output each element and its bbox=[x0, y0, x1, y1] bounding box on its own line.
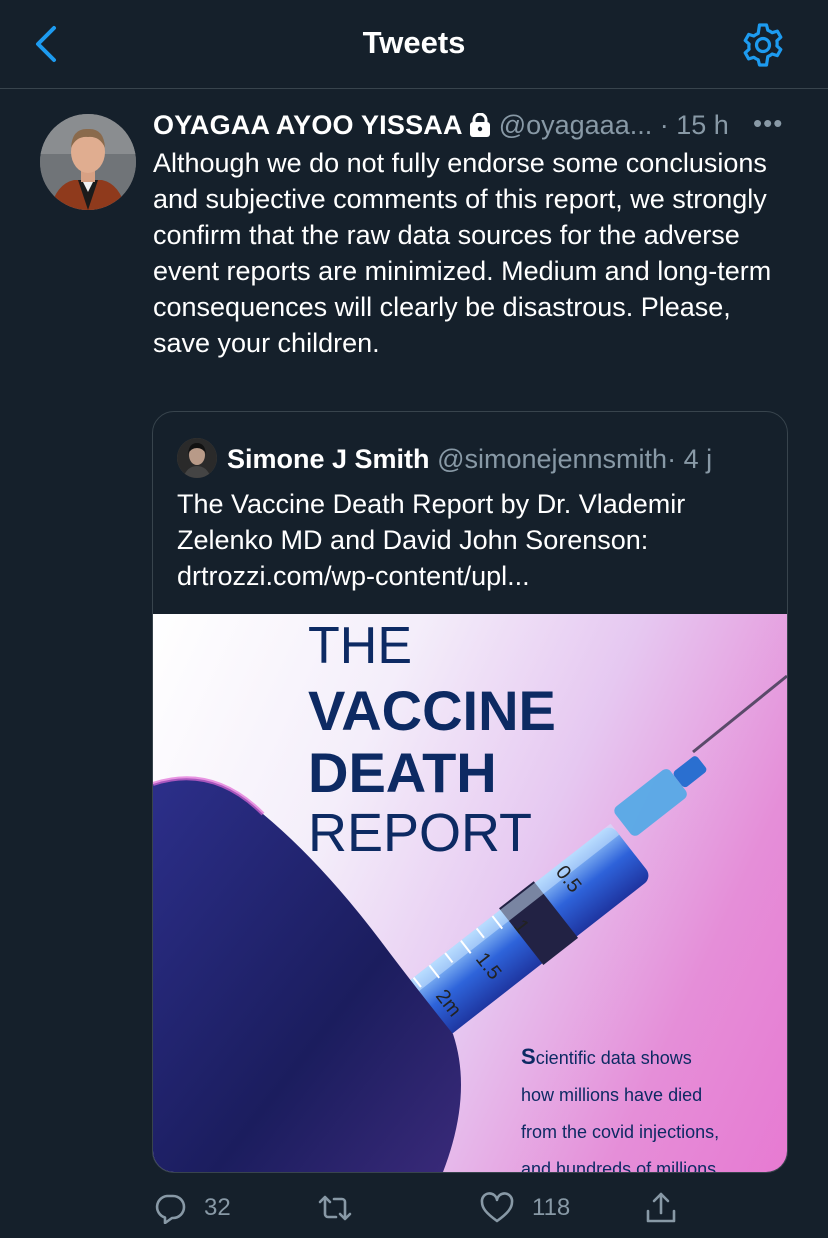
report-title-line: DEATH bbox=[308, 741, 497, 804]
top-bar: Tweets bbox=[0, 0, 828, 89]
timestamp[interactable]: 15 h bbox=[676, 110, 729, 140]
quoted-tweet-text: The Vaccine Death Report by Dr. Vlademir… bbox=[177, 489, 686, 591]
report-caption: Scientific data shows how millions have … bbox=[521, 1038, 781, 1172]
retweet-button[interactable] bbox=[316, 1188, 372, 1228]
reply-count: 32 bbox=[204, 1194, 231, 1221]
like-button[interactable]: 118 bbox=[480, 1188, 570, 1228]
quoted-tweet-header: Simone J Smith @simonejennsmith· 4 j bbox=[177, 438, 712, 478]
handle[interactable]: @oyagaaa... bbox=[499, 110, 653, 140]
share-icon bbox=[646, 1192, 676, 1223]
caption-line: how millions have died bbox=[521, 1085, 703, 1105]
quoted-display-name: Simone J Smith bbox=[227, 444, 430, 474]
syringe-mark: 1 bbox=[509, 916, 533, 938]
quoted-handle: @simonejennsmith bbox=[437, 444, 668, 474]
gear-icon[interactable] bbox=[740, 22, 786, 68]
retweet-icon bbox=[318, 1195, 352, 1221]
link-card-image[interactable]: 0.5 1 1.5 2m THE VACCINE DEATH REPORT Sc… bbox=[153, 614, 787, 1172]
report-title: THE VACCINE DEATH REPORT bbox=[153, 614, 787, 874]
lock-icon bbox=[469, 113, 490, 137]
caption-line: and hundreds of millions bbox=[521, 1159, 717, 1172]
tweet-header: OYAGAA AYOO YISSAA @oyagaaa... · 15 h bbox=[153, 110, 793, 142]
like-count: 118 bbox=[532, 1194, 571, 1221]
syringe-mark: 2m bbox=[431, 986, 465, 1021]
page-title: Tweets bbox=[362, 25, 466, 60]
caption-line: from the covid injections, bbox=[521, 1122, 720, 1142]
tweet-text: Although we do not fully endorse some co… bbox=[153, 148, 772, 358]
like-icon bbox=[480, 1192, 514, 1223]
separator-dot: · bbox=[667, 444, 677, 474]
display-name[interactable]: OYAGAA AYOO YISSAA bbox=[153, 110, 463, 140]
report-title-line: REPORT bbox=[308, 803, 533, 863]
quoted-timestamp: 4 j bbox=[683, 444, 713, 474]
caption-dropcap: S bbox=[521, 1044, 536, 1069]
reply-icon bbox=[155, 1194, 186, 1224]
separator-dot: · bbox=[659, 110, 669, 140]
tweet-actions: 32 118 bbox=[0, 1180, 828, 1236]
avatar[interactable] bbox=[40, 114, 136, 210]
report-title-line: THE bbox=[308, 617, 412, 675]
more-icon[interactable]: ••• bbox=[753, 108, 783, 139]
reply-button[interactable]: 32 bbox=[154, 1188, 231, 1228]
quoted-avatar bbox=[177, 438, 217, 478]
caption-line: cientific data shows bbox=[535, 1048, 692, 1068]
report-title-line: VACCINE bbox=[308, 679, 556, 742]
quoted-tweet[interactable]: Simone J Smith @simonejennsmith· 4 j The… bbox=[152, 411, 788, 1173]
syringe-mark: 1.5 bbox=[471, 949, 505, 984]
share-button[interactable] bbox=[644, 1188, 696, 1228]
